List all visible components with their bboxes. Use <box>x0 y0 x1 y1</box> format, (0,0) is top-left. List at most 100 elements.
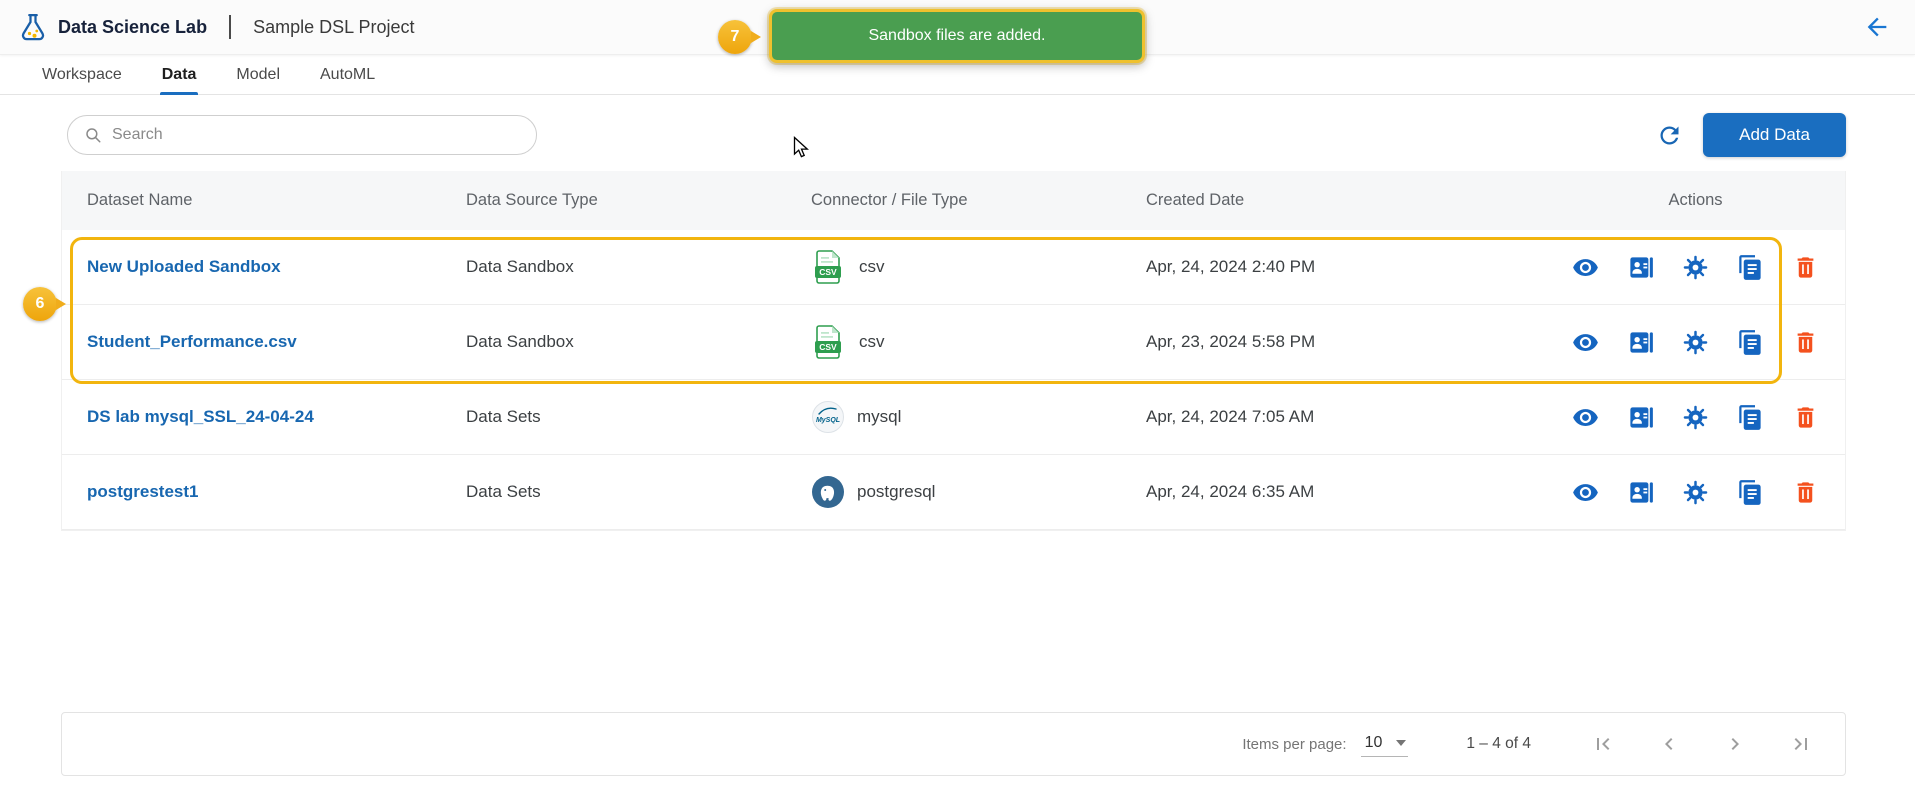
title-divider <box>229 15 231 39</box>
profile-button[interactable] <box>1625 402 1656 433</box>
dataset-name-link[interactable]: Student_Performance.csv <box>87 332 297 351</box>
settings-button[interactable] <box>1680 402 1711 433</box>
data-source-type-cell: Data Sandbox <box>466 257 811 277</box>
first-page-icon <box>1591 732 1615 756</box>
search-box[interactable] <box>67 115 537 155</box>
gear-icon <box>1682 329 1709 356</box>
contact-card-icon <box>1627 329 1654 356</box>
data-source-type-cell: Data Sets <box>466 482 811 502</box>
dataset-name-link[interactable]: New Uploaded Sandbox <box>87 257 281 276</box>
copy-button[interactable] <box>1735 402 1766 433</box>
back-button[interactable] <box>1863 13 1891 41</box>
table-body: New Uploaded Sandbox Data Sandbox CSV cs… <box>62 230 1845 530</box>
connector-label: mysql <box>857 407 901 427</box>
table-row: Student_Performance.csv Data Sandbox CSV… <box>62 305 1845 380</box>
preview-button[interactable] <box>1570 402 1601 433</box>
table-row: New Uploaded Sandbox Data Sandbox CSV cs… <box>62 230 1845 305</box>
refresh-button[interactable] <box>1656 122 1683 149</box>
items-per-page-select[interactable]: 10 <box>1361 732 1409 757</box>
toolbar: Add Data <box>67 113 1846 157</box>
contact-card-icon <box>1627 254 1654 281</box>
column-header: Created Date <box>1146 191 1546 210</box>
eye-icon <box>1572 254 1599 281</box>
tab-workspace[interactable]: Workspace <box>40 55 124 94</box>
mysql-icon: MySQL <box>811 400 845 434</box>
tab-automl[interactable]: AutoML <box>318 55 377 94</box>
column-header: Data Source Type <box>466 191 811 210</box>
datasets-table: Dataset NameData Source TypeConnector / … <box>61 171 1846 531</box>
contact-card-icon <box>1627 404 1654 431</box>
dataset-name-link[interactable]: DS lab mysql_SSL_24-04-24 <box>87 407 314 426</box>
last-page-icon <box>1789 732 1813 756</box>
contact-card-icon <box>1627 479 1654 506</box>
dataset-name-cell: DS lab mysql_SSL_24-04-24 <box>62 407 466 427</box>
connector-label: csv <box>859 257 885 277</box>
chevron-down-icon <box>1396 740 1406 746</box>
copy-button[interactable] <box>1735 327 1766 358</box>
csv-file-icon: CSV <box>811 323 847 361</box>
column-header: Connector / File Type <box>811 191 1146 210</box>
dataset-name-link[interactable]: postgrestest1 <box>87 482 198 501</box>
actions-cell <box>1546 252 1845 283</box>
copy-button[interactable] <box>1735 477 1766 508</box>
page-range-text: 1 – 4 of 4 <box>1466 735 1531 753</box>
column-header: Dataset Name <box>62 191 466 210</box>
refresh-icon <box>1656 122 1683 149</box>
tab-model[interactable]: Model <box>234 55 282 94</box>
prev-page-button[interactable] <box>1655 730 1683 758</box>
data-source-type-cell: Data Sandbox <box>466 332 811 352</box>
profile-button[interactable] <box>1625 327 1656 358</box>
toast-notification: Sandbox files are added. <box>769 9 1145 63</box>
trash-icon <box>1792 329 1819 356</box>
trash-icon <box>1792 404 1819 431</box>
svg-text:CSV: CSV <box>819 342 837 352</box>
copy-icon <box>1737 479 1764 506</box>
delete-button[interactable] <box>1790 477 1821 508</box>
svg-text:MySQL: MySQL <box>816 417 840 424</box>
pagination-bar: Items per page: 10 1 – 4 of 4 <box>61 712 1846 776</box>
delete-button[interactable] <box>1790 327 1821 358</box>
preview-button[interactable] <box>1570 327 1601 358</box>
copy-icon <box>1737 404 1764 431</box>
dataset-name-cell: postgrestest1 <box>62 482 466 502</box>
svg-text:CSV: CSV <box>819 267 837 277</box>
copy-button[interactable] <box>1735 252 1766 283</box>
next-page-button[interactable] <box>1721 730 1749 758</box>
settings-button[interactable] <box>1680 252 1711 283</box>
preview-button[interactable] <box>1570 477 1601 508</box>
profile-button[interactable] <box>1625 477 1656 508</box>
delete-button[interactable] <box>1790 402 1821 433</box>
actions-cell <box>1546 327 1845 358</box>
annotation-badge-7: 7 <box>718 20 752 54</box>
data-source-type-cell: Data Sets <box>466 407 811 427</box>
back-arrow-icon <box>1863 13 1891 41</box>
trash-icon <box>1792 254 1819 281</box>
pager-buttons <box>1589 730 1815 758</box>
gear-icon <box>1682 404 1709 431</box>
settings-button[interactable] <box>1680 477 1711 508</box>
preview-button[interactable] <box>1570 252 1601 283</box>
eye-icon <box>1572 479 1599 506</box>
tab-data[interactable]: Data <box>160 55 199 94</box>
dataset-name-cell: New Uploaded Sandbox <box>62 257 466 277</box>
postgresql-icon <box>811 475 845 509</box>
table-header: Dataset NameData Source TypeConnector / … <box>62 171 1845 230</box>
trash-icon <box>1792 479 1819 506</box>
annotation-badge-6: 6 <box>23 287 57 321</box>
add-data-button[interactable]: Add Data <box>1703 113 1846 157</box>
copy-icon <box>1737 254 1764 281</box>
flask-icon <box>18 12 48 42</box>
csv-file-icon: CSV <box>811 248 847 286</box>
created-date-cell: Apr, 24, 2024 6:35 AM <box>1146 482 1546 502</box>
delete-button[interactable] <box>1790 252 1821 283</box>
next-page-icon <box>1723 732 1747 756</box>
table-row: postgrestest1 Data Sets postgresql Apr, … <box>62 455 1845 530</box>
settings-button[interactable] <box>1680 327 1711 358</box>
profile-button[interactable] <box>1625 252 1656 283</box>
search-input[interactable] <box>112 126 520 144</box>
connector-cell: CSV csv <box>811 248 1146 286</box>
table-row: DS lab mysql_SSL_24-04-24 Data Sets MySQ… <box>62 380 1845 455</box>
last-page-button[interactable] <box>1787 730 1815 758</box>
first-page-button[interactable] <box>1589 730 1617 758</box>
eye-icon <box>1572 404 1599 431</box>
